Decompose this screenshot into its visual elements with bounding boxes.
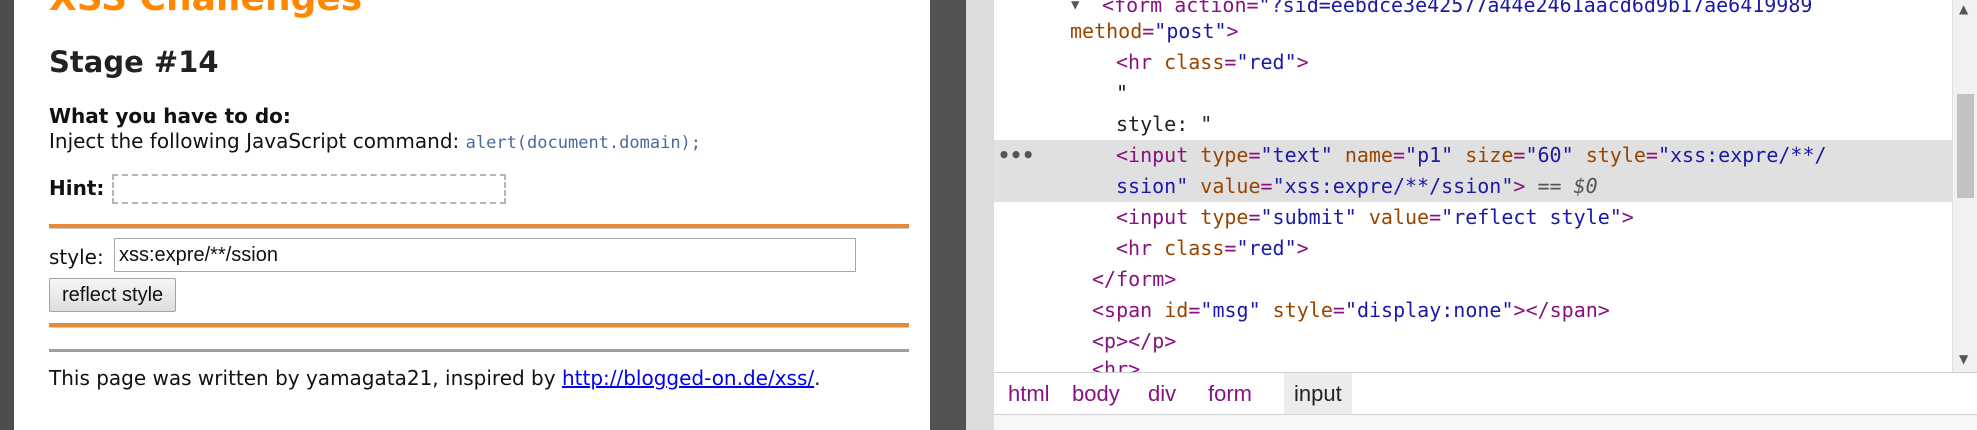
stage-title: Stage #14 [49, 45, 219, 79]
method-value: "post" [1154, 19, 1227, 43]
style-value: "display:none" [1344, 298, 1514, 322]
page-left-edge [0, 0, 14, 430]
type-value: "submit" [1260, 205, 1357, 229]
input-tag: <input [1116, 205, 1189, 229]
breadcrumb-div[interactable]: div [1138, 373, 1186, 415]
style-input[interactable] [114, 238, 856, 272]
todo-instruction: Inject the following JavaScript command:… [49, 129, 701, 153]
span-close-tag: </span> [1525, 298, 1610, 322]
scroll-up-icon[interactable]: ▲ [1959, 2, 1968, 16]
dom-line-style-text[interactable]: style: " [994, 109, 1952, 140]
hr-tag: <hr [1116, 236, 1153, 260]
class-value: "red" [1236, 50, 1297, 74]
scrollbar-thumb[interactable] [1957, 94, 1974, 198]
style-value-part1: "xss:expre/**/ [1657, 143, 1827, 167]
size-value: "60" [1525, 143, 1574, 167]
method-attr: method [1070, 19, 1143, 43]
style-value-part2: ssion" [1116, 174, 1189, 198]
type-attr: type [1200, 205, 1249, 229]
dom-line-span-msg[interactable]: <span id="msg" style="display:none"></sp… [994, 295, 1952, 326]
dom-line-form-method[interactable]: method="post"> [994, 16, 1952, 47]
class-attr: class [1164, 50, 1225, 74]
breadcrumb-input[interactable]: input [1284, 373, 1352, 415]
id-attr: id [1164, 298, 1189, 322]
footer-end: . [814, 366, 821, 390]
reflect-style-button[interactable]: reflect style [49, 278, 177, 312]
breadcrumb-body[interactable]: body [1062, 373, 1130, 415]
more-options-icon[interactable]: ••• [998, 140, 1034, 171]
class-value: "red" [1236, 236, 1297, 260]
hr-gray [49, 349, 909, 352]
dom-line-hr-red-2[interactable]: <hr class="red"> [994, 233, 1952, 264]
hr-red-bottom [49, 323, 909, 328]
dom-line-hr-red-1[interactable]: <hr class="red"> [994, 47, 1952, 78]
footer-text: This page was written by yamagata21, ins… [49, 366, 562, 390]
devtools-lower-pane-edge [994, 414, 1977, 430]
dom-line-input-submit[interactable]: <input type="submit" value="reflect styl… [994, 202, 1952, 233]
form-tag: <form action= [1102, 0, 1259, 17]
style-attr: style [1585, 143, 1646, 167]
dom-line-quote-text[interactable]: " [994, 78, 1952, 109]
page-title: XSS Challenges [49, 0, 362, 19]
footer-link[interactable]: http://blogged-on.de/xss/ [562, 366, 814, 390]
hr-tag: <hr> [1092, 357, 1141, 372]
breadcrumb-form[interactable]: form [1198, 373, 1262, 415]
devtools-elements-panel: ▼ <form action="?sid=eebdce3e42577a44e24… [994, 0, 1977, 430]
class-attr: class [1164, 236, 1225, 260]
footer: This page was written by yamagata21, ins… [49, 366, 820, 390]
hint-label: Hint: [49, 176, 105, 200]
dom-line-input-selected[interactable]: ••• <input type="text" name="p1" size="6… [994, 140, 1952, 171]
type-attr: type [1200, 143, 1249, 167]
dom-tree-scrollbar[interactable]: ▲ ▼ [1952, 0, 1977, 372]
id-value: "msg" [1200, 298, 1261, 322]
dom-breadcrumb: html body div form input [994, 372, 1977, 415]
span-tag: <span [1092, 298, 1153, 322]
size-attr: size [1465, 143, 1514, 167]
value-value: "xss:expre/**/ssion" [1272, 174, 1514, 198]
dom-line-p[interactable]: <p></p> [994, 326, 1952, 357]
dom-tree: ▼ <form action="?sid=eebdce3e42577a44e24… [994, 0, 1952, 372]
hr-red-top [49, 224, 909, 229]
scroll-down-icon[interactable]: ▼ [1959, 352, 1968, 366]
form-close-tag: </form> [1092, 267, 1177, 291]
name-value: "p1" [1405, 143, 1454, 167]
dom-line-input-selected-cont[interactable]: ssion" value="xss:expre/**/ssion"> == $0 [994, 171, 1952, 202]
style-attr: style [1272, 298, 1333, 322]
text-node-quote: " [1116, 81, 1129, 105]
value-attr: value [1368, 205, 1430, 229]
xss-challenge-page: XSS Challenges Stage #14 What you have t… [14, 0, 930, 430]
value-attr: value [1200, 174, 1261, 198]
input-tag: <input [1116, 143, 1189, 167]
value-value: "reflect style" [1441, 205, 1622, 229]
todo-command: alert(document.domain); [465, 133, 702, 153]
breadcrumb-html[interactable]: html [998, 373, 1060, 415]
type-value: "text" [1260, 143, 1333, 167]
name-attr: name [1344, 143, 1393, 167]
dom-line-form-close[interactable]: </form> [994, 264, 1952, 295]
hint-box[interactable] [112, 174, 506, 204]
hr-tag: <hr [1116, 50, 1153, 74]
form-action-value: "?sid=eebdce3e42577a44e2461aacd6d9b17ae6… [1258, 0, 1813, 17]
window-divider [930, 0, 966, 430]
devtools-left-gutter [966, 0, 994, 430]
todo-text: Inject the following JavaScript command: [49, 129, 466, 153]
dom-line-hr-partial[interactable]: <hr> [994, 354, 1952, 372]
style-label: style: [49, 245, 104, 269]
todo-heading: What you have to do: [49, 104, 291, 128]
selected-node-marker: == $0 [1537, 174, 1598, 198]
p-tag: <p></p> [1092, 329, 1177, 353]
text-node-style: style: " [1116, 112, 1213, 136]
